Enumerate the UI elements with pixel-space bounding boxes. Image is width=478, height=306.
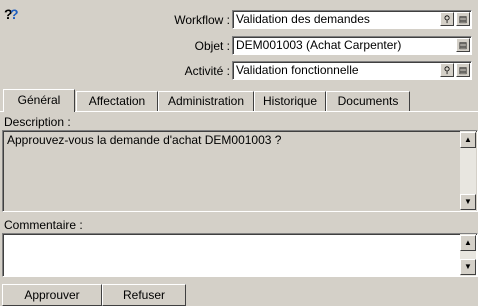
objet-detail-icon[interactable]: ▤ — [456, 38, 470, 52]
comment-scroll-down-icon[interactable]: ▼ — [460, 259, 476, 275]
objet-label: Objet : — [194, 39, 230, 53]
tab-affectation[interactable]: Affectation — [76, 91, 158, 111]
tab-historique[interactable]: Historique — [254, 91, 326, 111]
tab-administration[interactable]: Administration — [158, 91, 254, 111]
help-question-icon[interactable]: ?? — [4, 6, 24, 22]
workflow-detail-icon[interactable]: ▤ — [456, 12, 470, 26]
tab-general[interactable]: Général — [3, 89, 75, 112]
activite-label: Activité : — [184, 64, 230, 78]
tab-documents[interactable]: Documents — [326, 91, 410, 111]
comment-textarea[interactable] — [2, 233, 478, 277]
tab-bar: Général Affectation Administration Histo… — [0, 89, 478, 112]
description-textarea[interactable]: Approuvez-vous la demande d'achat DEM001… — [2, 130, 478, 212]
comment-scroll-up-icon[interactable]: ▲ — [460, 235, 476, 251]
workflow-search-icon[interactable]: ⚲ — [440, 12, 454, 26]
activite-search-icon[interactable]: ⚲ — [440, 63, 454, 77]
activite-field[interactable]: Validation fonctionnelle — [232, 61, 472, 80]
reject-button[interactable]: Refuser — [102, 284, 186, 306]
workflow-label: Workflow : — [174, 13, 230, 27]
activite-detail-icon[interactable]: ▤ — [456, 63, 470, 77]
objet-field[interactable]: DEM001003 (Achat Carpenter) — [232, 36, 472, 55]
scroll-up-icon[interactable]: ▲ — [460, 132, 476, 148]
approve-button[interactable]: Approuver — [2, 284, 102, 306]
description-label: Description : — [4, 115, 71, 129]
scroll-down-icon[interactable]: ▼ — [460, 194, 476, 210]
comment-label: Commentaire : — [4, 218, 83, 232]
description-text: Approuvez-vous la demande d'achat DEM001… — [7, 133, 282, 147]
workflow-field[interactable]: Validation des demandes — [232, 10, 472, 29]
